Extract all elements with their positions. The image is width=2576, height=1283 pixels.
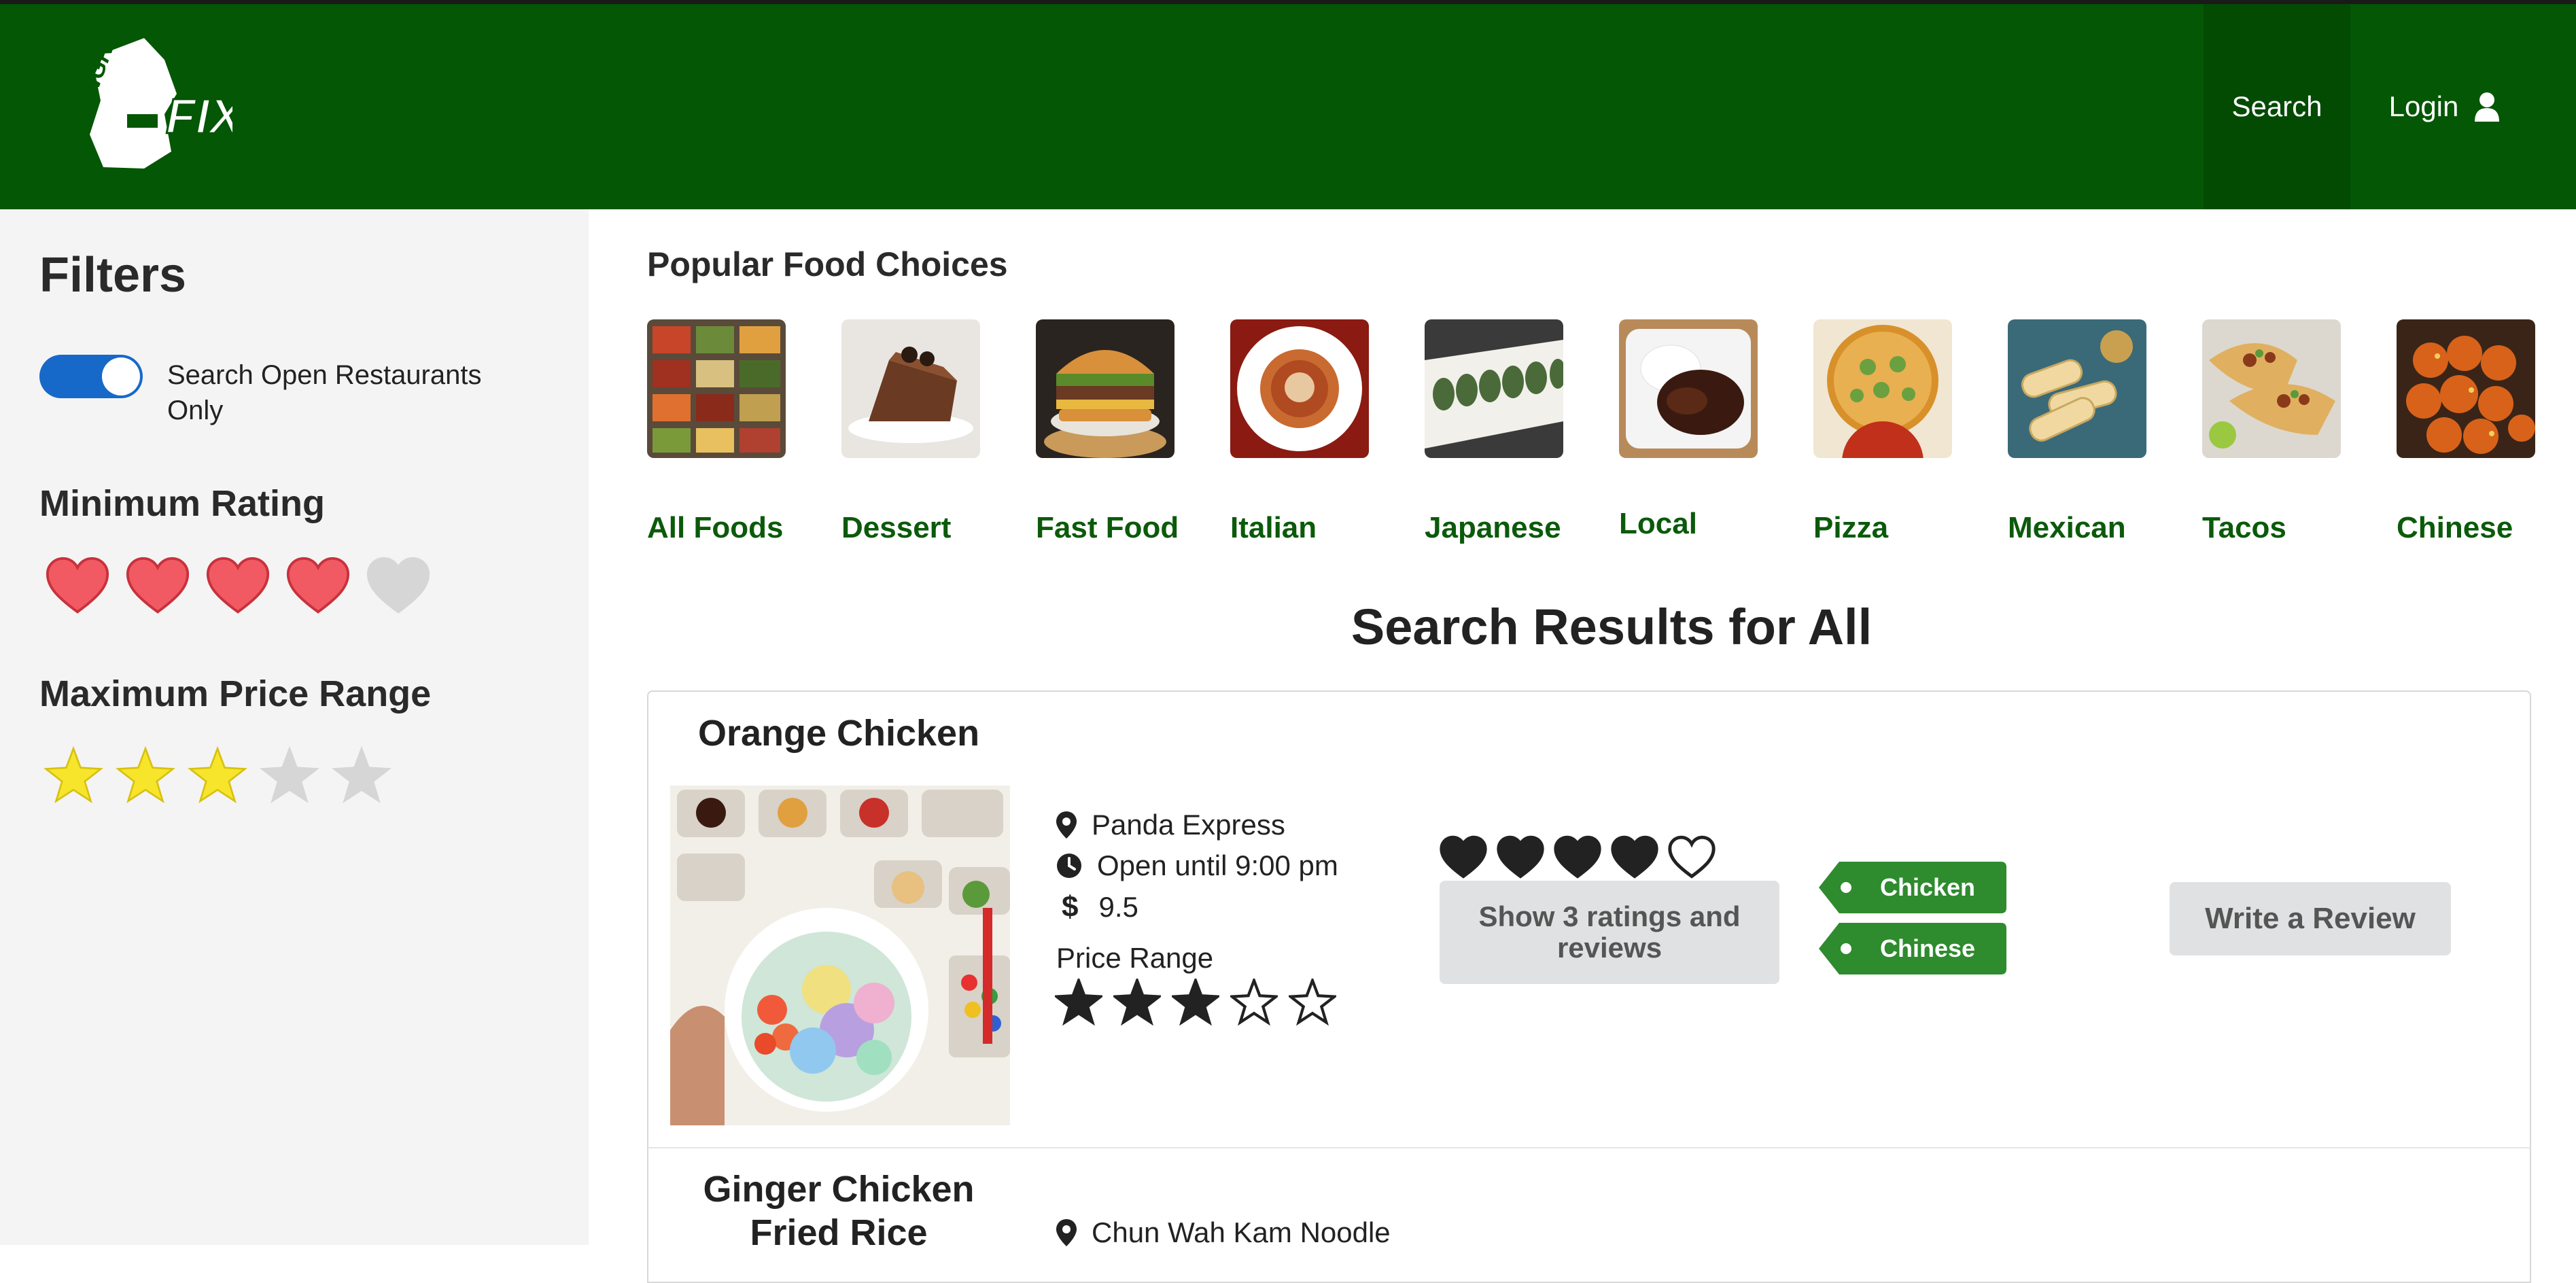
star-icon[interactable] <box>116 746 175 806</box>
dollar-icon: $ <box>1062 890 1079 924</box>
restaurant-name[interactable]: Chun Wah Kam Noodle <box>1092 1216 1391 1249</box>
all-foods-image <box>647 319 786 458</box>
food-tile-japanese[interactable] <box>1425 319 1563 458</box>
nav-login-link[interactable]: Login <box>2353 4 2537 209</box>
star-icon <box>1289 979 1336 1026</box>
open-restaurants-label: Search Open Restaurants Only <box>167 360 482 425</box>
food-label-all-foods[interactable]: All Foods <box>647 511 783 545</box>
food-tile-tacos[interactable] <box>2202 319 2341 458</box>
food-tile-dessert[interactable] <box>841 319 980 458</box>
location-pin-icon <box>1056 1219 1077 1246</box>
tag-chicken-label: Chicken <box>1880 873 1976 901</box>
location-pin-icon <box>1056 811 1077 839</box>
opening-hours: Open until 9:00 pm <box>1097 849 1338 881</box>
nav-search-label: Search <box>2231 90 2322 122</box>
price-range-label: Price Range <box>1056 942 1214 974</box>
japanese-image <box>1425 319 1563 458</box>
restaurant-row: Chun Wah Kam Noodle <box>1056 1216 1391 1249</box>
result-card: Ginger Chicken Fried Rice Chun Wah Kam N… <box>647 1147 2531 1283</box>
food-label-local[interactable]: Local <box>1619 507 1697 541</box>
filters-sidebar: Filters Search Open Restaurants Only Min… <box>0 209 589 1245</box>
dish-rating-hearts <box>1440 834 1716 882</box>
star-icon[interactable] <box>332 746 391 806</box>
food-label-dessert[interactable]: Dessert <box>841 511 951 545</box>
star-icon[interactable] <box>260 746 319 806</box>
maximum-price-title: Maximum Price Range <box>39 673 432 714</box>
nav-search-link[interactable]: Search <box>2204 4 2350 209</box>
food-tile-chinese[interactable] <box>2397 319 2535 458</box>
heart-icon <box>1440 835 1487 879</box>
dessert-image <box>841 319 980 458</box>
logo-fix-text: FIX <box>166 90 232 144</box>
open-restaurants-toggle[interactable] <box>39 355 143 398</box>
nav-login-label: Login <box>2388 90 2459 122</box>
star-icon <box>1230 979 1278 1026</box>
chinese-image <box>2397 319 2535 458</box>
italian-image <box>1230 319 1369 458</box>
mexican-image <box>2008 319 2146 458</box>
dish-photo <box>670 786 1010 1125</box>
filters-title: Filters <box>39 248 187 302</box>
food-tile-mexican[interactable] <box>2008 319 2146 458</box>
food-label-tacos[interactable]: Tacos <box>2202 511 2286 545</box>
write-review-button[interactable]: Write a Review <box>2170 882 2451 955</box>
food-label-chinese[interactable]: Chinese <box>2397 511 2513 545</box>
food-label-fast-food[interactable]: Fast Food <box>1036 511 1179 545</box>
result-card: Orange Chicken Panda Express Open until … <box>647 690 2531 1147</box>
food-tile-fast-food[interactable] <box>1036 319 1174 458</box>
food-tile-italian[interactable] <box>1230 319 1369 458</box>
search-results-title: Search Results for All <box>1351 599 1873 655</box>
food-tile-local[interactable] <box>1619 319 1758 458</box>
heart-icon <box>1611 835 1658 879</box>
food-tile-all-foods[interactable] <box>647 319 786 458</box>
heart-icon <box>1554 835 1601 879</box>
food-tile-pizza[interactable] <box>1813 319 1952 458</box>
star-icon[interactable] <box>43 746 103 806</box>
star-icon <box>1055 979 1102 1026</box>
popular-food-title: Popular Food Choices <box>647 245 1008 283</box>
hours-row: Open until 9:00 pm <box>1056 849 1338 882</box>
maximum-price-stars <box>43 746 391 806</box>
tacos-image <box>2202 319 2341 458</box>
food-label-pizza[interactable]: Pizza <box>1813 511 1888 545</box>
star-icon[interactable] <box>188 746 247 806</box>
pizza-image <box>1813 319 1952 458</box>
dish-price: 9.5 <box>1098 891 1138 923</box>
star-icon <box>1113 979 1161 1026</box>
star-icon <box>1172 979 1219 1026</box>
food-label-mexican[interactable]: Mexican <box>2008 511 2126 545</box>
dish-name[interactable]: Ginger Chicken Fried Rice <box>669 1167 1009 1254</box>
food-label-japanese[interactable]: Japanese <box>1425 511 1561 545</box>
restaurant-name[interactable]: Panda Express <box>1092 809 1285 841</box>
show-ratings-button[interactable]: Show 3 ratings and reviews <box>1440 881 1779 984</box>
local-image <box>1619 319 1758 458</box>
price-range-stars <box>1055 979 1336 1026</box>
minimum-rating-title: Minimum Rating <box>39 483 325 524</box>
hangry-fix-logo[interactable]: HANGRY FIX <box>63 33 232 175</box>
fast-food-image <box>1036 319 1174 458</box>
dish-name[interactable]: Orange Chicken <box>669 712 1009 754</box>
toggle-knob <box>102 357 140 396</box>
tag-chinese-label: Chinese <box>1880 934 1976 962</box>
results-title-wrap: Search Results for All <box>0 598 2576 656</box>
heart-icon <box>1497 835 1544 879</box>
food-label-italian[interactable]: Italian <box>1230 511 1317 545</box>
heart-icon <box>1668 835 1716 879</box>
top-navbar: HANGRY FIX Search Login <box>0 0 2576 209</box>
clock-icon <box>1057 854 1081 878</box>
price-row: $ 9.5 <box>1056 890 1138 924</box>
user-icon <box>2475 92 2500 122</box>
restaurant-row: Panda Express <box>1056 809 1285 841</box>
